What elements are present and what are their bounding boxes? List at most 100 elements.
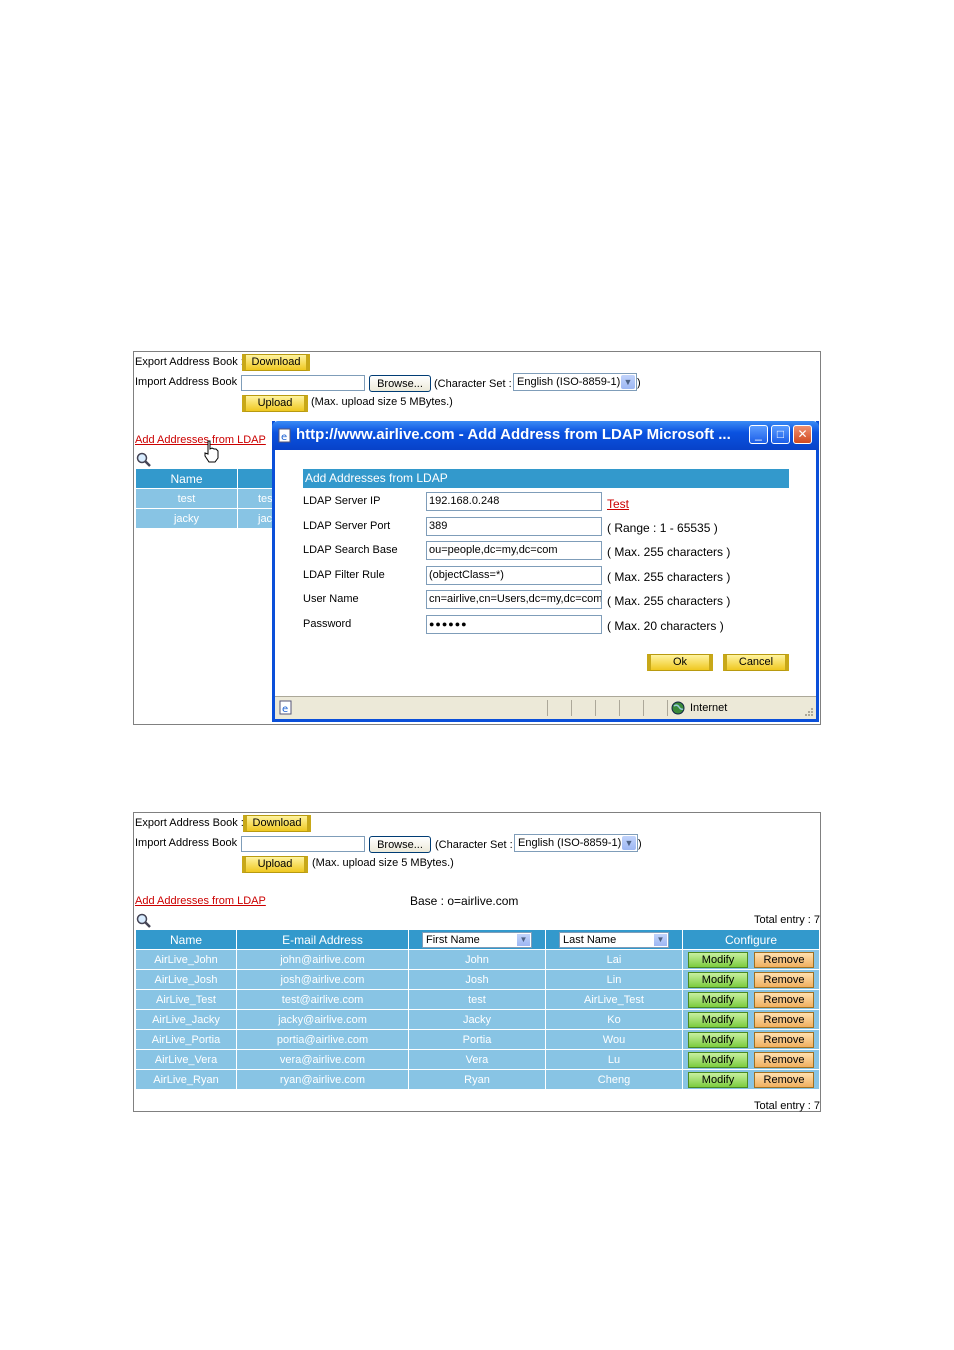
cell-last-name: Lu (546, 1050, 682, 1069)
upload-button[interactable]: Upload (242, 395, 308, 412)
import-file-input[interactable] (241, 836, 365, 852)
table-row: AirLive_Ryan ryan@airlive.com Ryan Cheng Mod… (136, 1070, 819, 1089)
password-input[interactable]: ●●●●●● (426, 615, 602, 634)
cell-name: AirLive_John (136, 950, 236, 969)
charset-select[interactable]: English (ISO-8859-1) ▼ (514, 834, 638, 852)
remove-button[interactable]: Remove (754, 951, 814, 968)
chevron-down-icon: ▼ (517, 933, 530, 946)
download-button[interactable]: Download (243, 815, 311, 832)
popup-titlebar[interactable]: e http://www.airlive.com - Add Address f… (272, 421, 819, 450)
add-from-ldap-link[interactable]: Add Addresses from LDAP (135, 895, 266, 907)
cell-email: jacky@airlive.com (237, 1010, 408, 1029)
address-table-partial: Name test tes jacky jack (135, 468, 279, 529)
status-bar: e Internet (275, 696, 816, 719)
ldap-base-text: Base : o=airlive.com (410, 894, 519, 908)
remove-button[interactable]: Remove (754, 971, 814, 988)
maximize-icon[interactable]: □ (771, 425, 790, 444)
modify-button[interactable]: Modify (688, 1031, 748, 1048)
remove-button[interactable]: Remove (754, 1051, 814, 1068)
column-header-name: Name (136, 469, 237, 488)
cell-last-name: AirLive_Test (546, 990, 682, 1009)
charset-value: English (ISO-8859-1) (517, 376, 621, 388)
column-header-name: Name (136, 930, 236, 949)
modify-button[interactable]: Modify (688, 1011, 748, 1028)
charset-select[interactable]: English (ISO-8859-1) ▼ (513, 373, 637, 391)
export-label: Export Address Book : (135, 356, 244, 368)
cell-first-name: Ryan (409, 1070, 545, 1089)
upload-button[interactable]: Upload (242, 856, 308, 873)
search-icon[interactable] (136, 913, 152, 929)
ldap-server-ip-input[interactable]: 192.168.0.248 (426, 492, 602, 511)
cell-last-name: Lai (546, 950, 682, 969)
ldap-popup-window: e http://www.airlive.com - Add Address f… (272, 421, 819, 722)
chevron-down-icon: ▼ (621, 375, 635, 389)
cell-email: ryan@airlive.com (237, 1070, 408, 1089)
table-row: AirLive_Portia portia@airlive.com Portia Wo… (136, 1030, 819, 1049)
ldap-filter-rule-input[interactable]: (objectClass=*) (426, 566, 602, 585)
cell-name: AirLive_Portia (136, 1030, 236, 1049)
modify-button[interactable]: Modify (688, 1071, 748, 1088)
table-row: AirLive_Jacky jacky@airlive.com Jacky Ko Mod… (136, 1010, 819, 1029)
last-name-select[interactable]: Last Name ▼ (559, 931, 669, 948)
total-entry-top: Total entry : 7 (753, 914, 820, 926)
export-label: Export Address Book : (135, 817, 244, 829)
cell-name: AirLive_Jacky (136, 1010, 236, 1029)
minimize-icon[interactable]: _ (749, 425, 768, 444)
browse-button[interactable]: Browse... (369, 836, 431, 853)
resize-grip-icon[interactable] (803, 706, 814, 717)
cell-name: AirLive_Vera (136, 1050, 236, 1069)
cell-configure: Modify Remove (683, 1030, 819, 1049)
cell-configure: Modify Remove (683, 1010, 819, 1029)
table-row: AirLive_Vera vera@airlive.com Vera Lu Modify… (136, 1050, 819, 1069)
cell-first-name: Josh (409, 970, 545, 989)
password-hint: ( Max. 20 characters ) (607, 619, 724, 633)
ok-button[interactable]: Ok (647, 654, 713, 671)
cell-name: test (136, 489, 237, 508)
modify-button[interactable]: Modify (688, 951, 748, 968)
table-row: AirLive_John john@airlive.com John Lai Modif… (136, 950, 819, 969)
cell-last-name: Lin (546, 970, 682, 989)
browse-button[interactable]: Browse... (369, 375, 431, 392)
remove-button[interactable]: Remove (754, 1071, 814, 1088)
cell-last-name: Wou (546, 1030, 682, 1049)
user-name-hint: ( Max. 255 characters ) (607, 594, 731, 608)
modify-button[interactable]: Modify (688, 1051, 748, 1068)
column-header-email: E-mail Address (237, 930, 408, 949)
ldap-search-base-input[interactable]: ou=people,dc=my,dc=com (426, 541, 602, 560)
remove-button[interactable]: Remove (754, 1031, 814, 1048)
cell-email: test@airlive.com (237, 990, 408, 1009)
ldap-server-port-input[interactable]: 389 (426, 517, 602, 536)
svg-text:e: e (281, 432, 287, 443)
upload-note: (Max. upload size 5 MBytes.) (311, 396, 453, 408)
user-name-label: User Name (303, 593, 359, 605)
chevron-down-icon: ▼ (622, 836, 636, 850)
hand-cursor-icon (204, 440, 219, 463)
cancel-button[interactable]: Cancel (723, 654, 789, 671)
user-name-input[interactable]: cn=airlive,cn=Users,dc=my,dc=com (426, 590, 602, 609)
cell-configure: Modify Remove (683, 990, 819, 1009)
charset-label: (Character Set : (435, 839, 513, 851)
cell-name: jacky (136, 509, 237, 528)
ldap-server-port-label: LDAP Server Port (303, 520, 391, 532)
cell-configure: Modify Remove (683, 970, 819, 989)
remove-button[interactable]: Remove (754, 991, 814, 1008)
table-row: AirLive_Josh josh@airlive.com Josh Lin Modif… (136, 970, 819, 989)
table-row: test tes (136, 489, 278, 508)
modify-button[interactable]: Modify (688, 991, 748, 1008)
test-link[interactable]: Test (607, 497, 629, 511)
popup-title: http://www.airlive.com - Add Address fro… (296, 426, 731, 443)
first-name-select-value: First Name (426, 933, 480, 946)
add-from-ldap-link[interactable]: Add Addresses from LDAP (135, 434, 266, 446)
ldap-search-base-label: LDAP Search Base (303, 544, 398, 556)
search-icon[interactable] (136, 452, 152, 468)
page-status-icon: e (279, 700, 292, 715)
cell-first-name: Vera (409, 1050, 545, 1069)
globe-icon (671, 701, 685, 715)
remove-button[interactable]: Remove (754, 1011, 814, 1028)
close-icon[interactable]: ✕ (793, 425, 812, 444)
modify-button[interactable]: Modify (688, 971, 748, 988)
import-file-input[interactable] (241, 375, 365, 391)
first-name-select[interactable]: First Name ▼ (422, 931, 532, 948)
download-button[interactable]: Download (242, 354, 310, 371)
ldap-filter-rule-label: LDAP Filter Rule (303, 569, 385, 581)
